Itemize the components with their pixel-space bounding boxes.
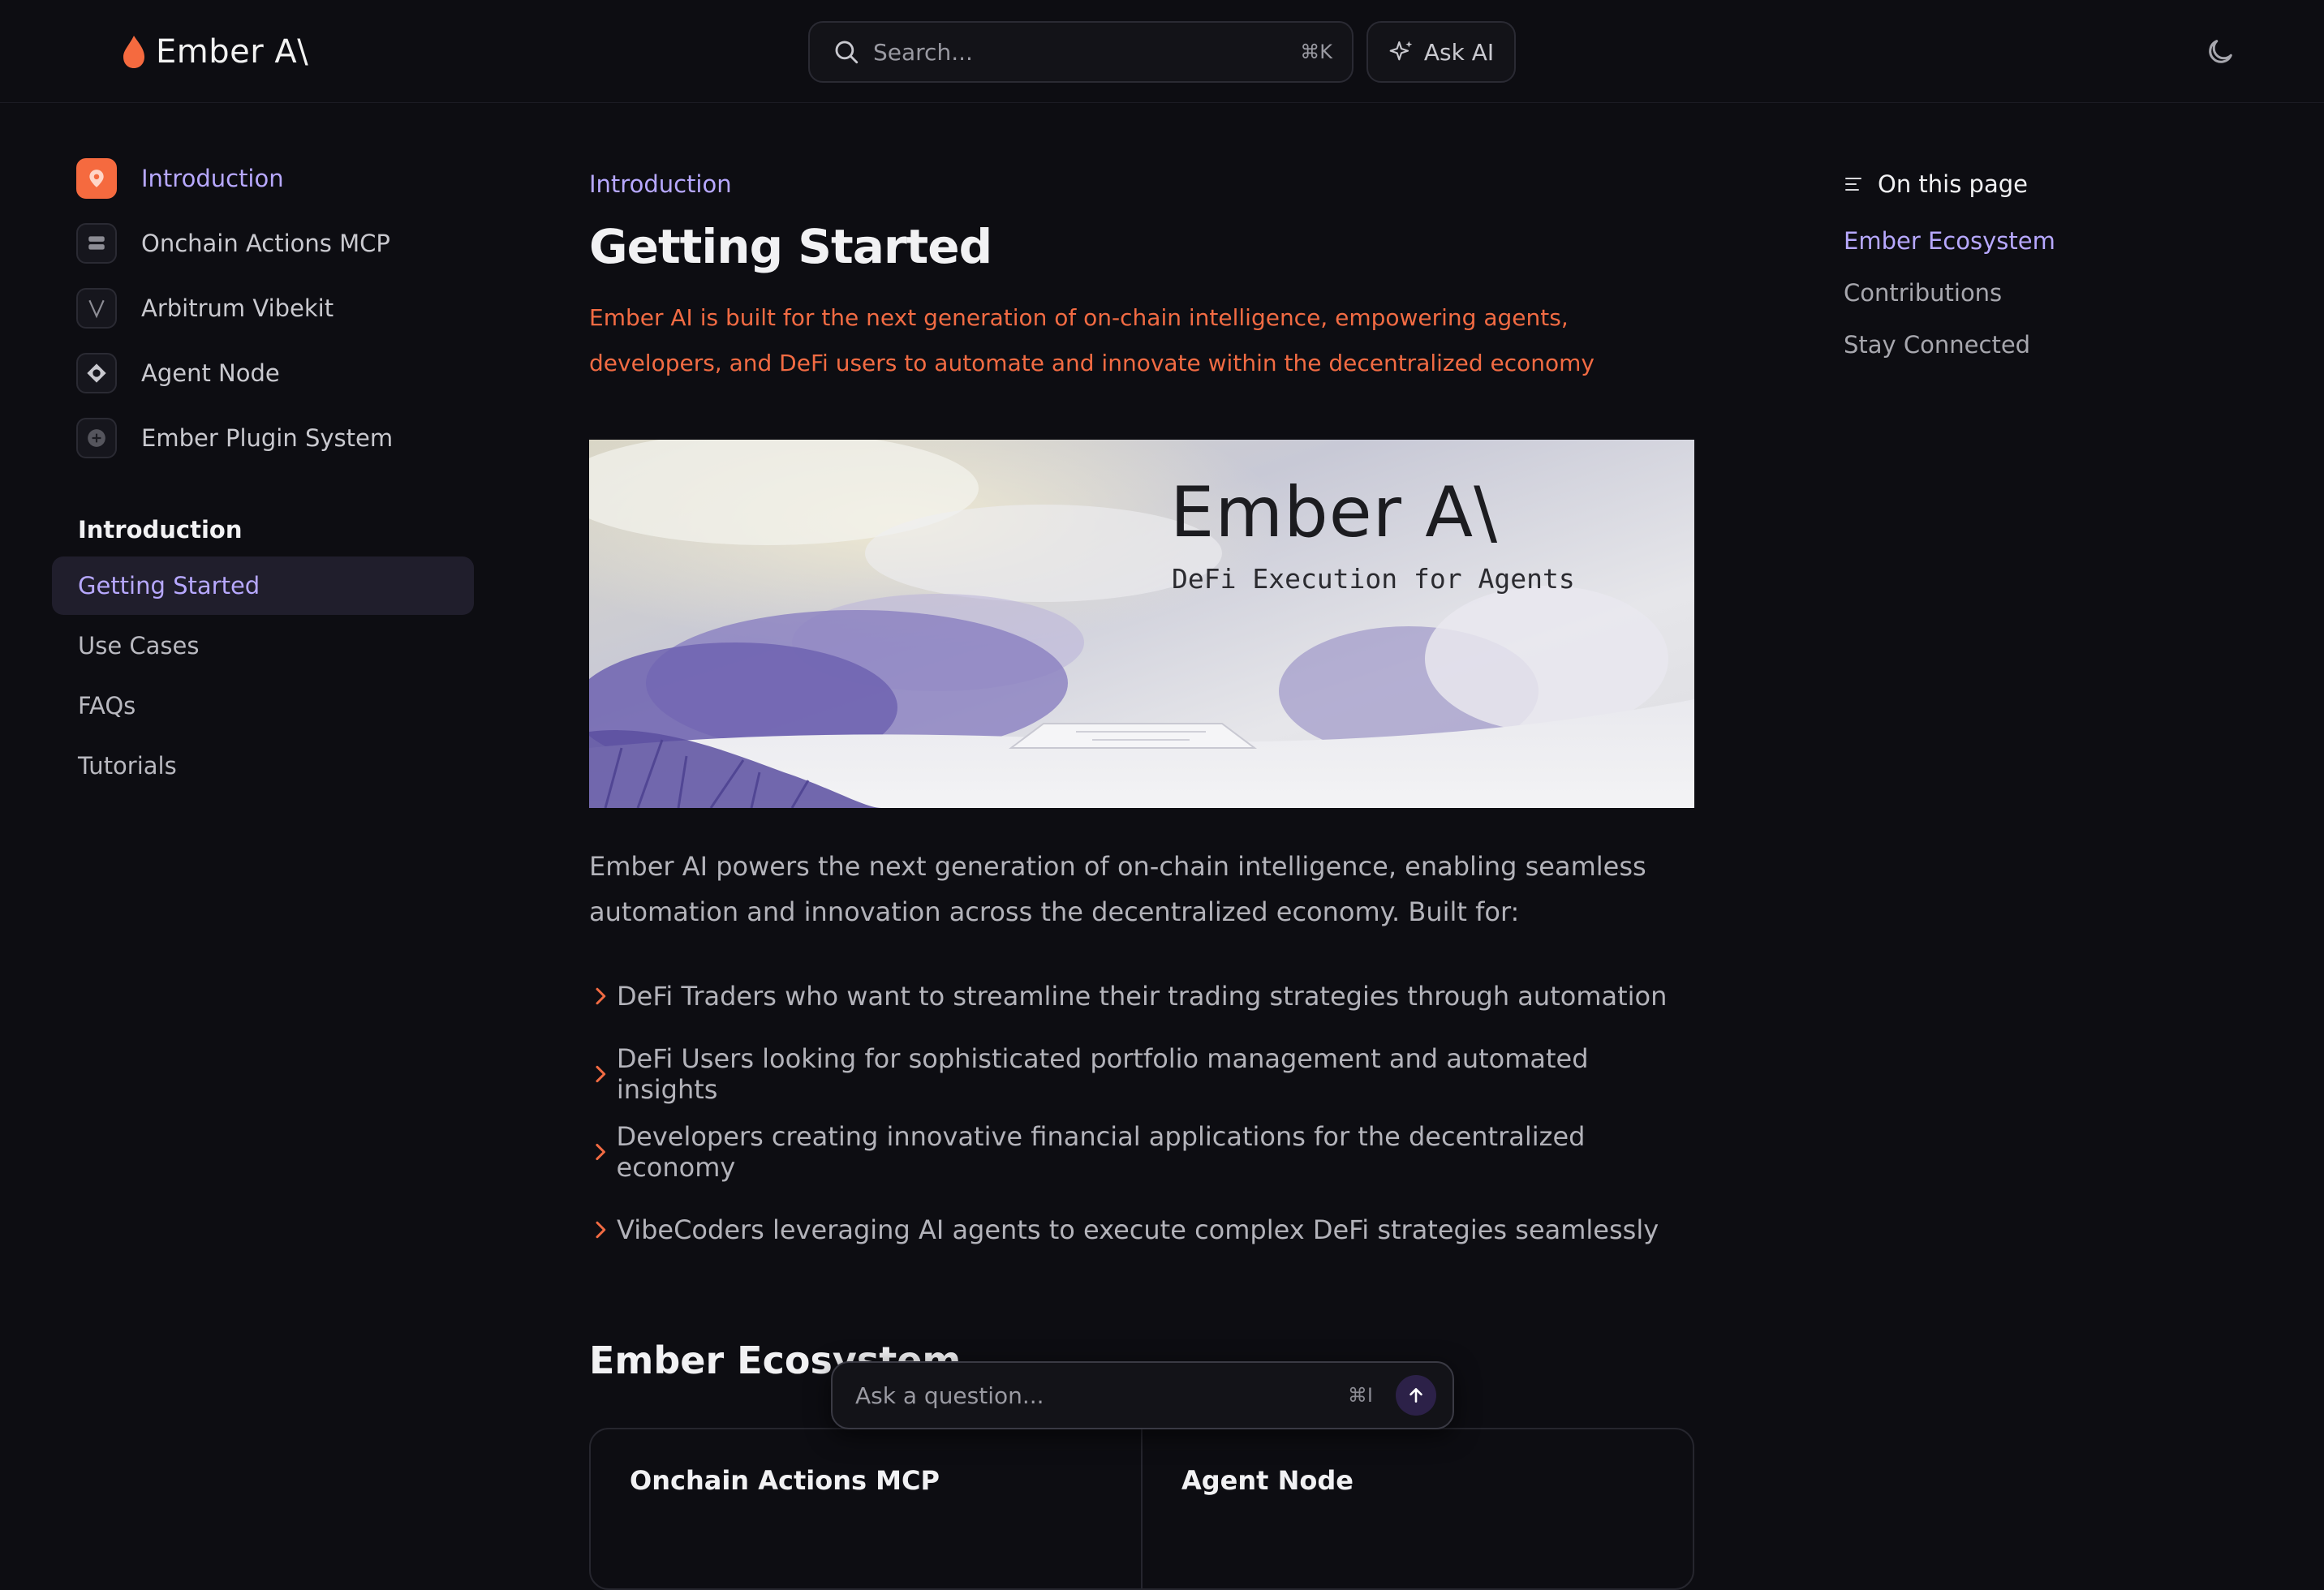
node-icon [76,353,117,393]
sidebar-item-use-cases[interactable]: Use Cases [52,617,474,675]
sidebar-group-title: Introduction [78,516,243,544]
sidebar-section-label: Agent Node [141,359,280,387]
sidebar-section-onchain-actions-mcp[interactable]: Onchain Actions MCP [52,211,474,276]
ask-question-input[interactable]: Ask a question... ⌘I [831,1361,1454,1429]
toc-link-contributions[interactable]: Contributions [1844,279,2217,307]
breadcrumb[interactable]: Introduction [589,170,1694,198]
sidebar-section-label: Arbitrum Vibekit [141,294,334,322]
chevron-right-icon [596,1065,606,1083]
list-item: DeFi Traders who want to streamline thei… [589,957,1694,1035]
chevron-right-icon [596,1221,606,1239]
ask-ai-button[interactable]: Ask AI [1366,21,1516,83]
audience-list: DeFi Traders who want to streamline thei… [589,957,1694,1269]
list-item-text: DeFi Users looking for sophisticated por… [616,1043,1589,1105]
brand-logo[interactable]: Ember A\ [122,31,308,73]
search-shortcut: ⌘K [1300,41,1332,63]
sidebar-section-agent-node[interactable]: Agent Node [52,341,474,406]
toc-heading: On this page [1844,170,2217,198]
map-pin-icon [76,158,117,199]
sidebar: Introduction Onchain Actions MCP Arbitru… [52,146,474,795]
toc-link-stay-connected[interactable]: Stay Connected [1844,331,2217,359]
ask-question-placeholder: Ask a question... [855,1382,1044,1409]
sidebar-section-introduction[interactable]: Introduction [52,146,474,211]
ask-ai-label: Ask AI [1423,38,1495,66]
hero-banner-image: Ember A\ DeFi Execution for Agents [589,440,1694,808]
sparkle-icon [1389,41,1413,61]
toc-heading-label: On this page [1878,170,2028,198]
v-logo-icon [76,288,117,329]
toc-link-ember-ecosystem[interactable]: Ember Ecosystem [1844,227,2217,255]
list-item: DeFi Users looking for sophisticated por… [589,1035,1694,1113]
sidebar-item-tutorials[interactable]: Tutorials [52,737,474,795]
list-item: Developers creating innovative financial… [589,1113,1694,1191]
server-icon [76,223,117,264]
arrow-up-icon [1409,1388,1422,1403]
send-button[interactable] [1396,1375,1436,1416]
card-title: Onchain Actions MCP [630,1465,940,1496]
sidebar-item-getting-started[interactable]: Getting Started [52,556,474,615]
brand-name: Ember A\ [156,33,309,71]
chevron-right-icon [596,1143,605,1161]
card-agent-node[interactable]: Agent Node [1143,1429,1693,1588]
list-icon [1845,178,1861,191]
page-title: Getting Started [589,219,992,274]
hero-subtitle: DeFi Execution for Agents [1172,563,1575,595]
search-placeholder: Search... [873,38,973,66]
top-bar: Ember A\ Search... ⌘K Ask AI [0,0,2324,103]
sidebar-item-faqs[interactable]: FAQs [52,677,474,735]
list-item-text: Developers creating innovative financial… [616,1121,1586,1183]
hero-landscape-art [589,440,1694,808]
table-of-contents: On this page Ember Ecosystem Contributio… [1844,170,2217,359]
search-icon [835,41,859,64]
sidebar-section-label: Onchain Actions MCP [141,230,390,257]
ask-question-shortcut: ⌘I [1347,1384,1373,1407]
card-title: Agent Node [1181,1465,1354,1496]
moon-icon[interactable] [2204,36,2236,68]
flame-icon [123,36,144,68]
ecosystem-cards: Onchain Actions MCP Agent Node [589,1428,1694,1590]
hero-title: Ember A\ [1170,472,1499,553]
list-item: VibeCoders leveraging AI agents to execu… [589,1191,1694,1269]
plus-circle-icon [76,418,117,458]
sidebar-section-label: Ember Plugin System [141,424,394,452]
list-item-text: DeFi Traders who want to streamline thei… [617,981,1668,1012]
page-description: Ember AI is built for the next generatio… [589,304,1595,376]
sidebar-section-arbitrum-vibekit[interactable]: Arbitrum Vibekit [52,276,474,341]
card-onchain-actions-mcp[interactable]: Onchain Actions MCP [591,1429,1143,1588]
search-input[interactable]: Search... ⌘K [808,21,1354,83]
sidebar-section-label: Introduction [141,165,284,192]
list-item-text: VibeCoders leveraging AI agents to execu… [617,1214,1659,1245]
chevron-right-icon [596,987,606,1005]
intro-paragraph: Ember AI powers the next generation of o… [589,851,1646,927]
sidebar-section-ember-plugin-system[interactable]: Ember Plugin System [52,406,474,471]
